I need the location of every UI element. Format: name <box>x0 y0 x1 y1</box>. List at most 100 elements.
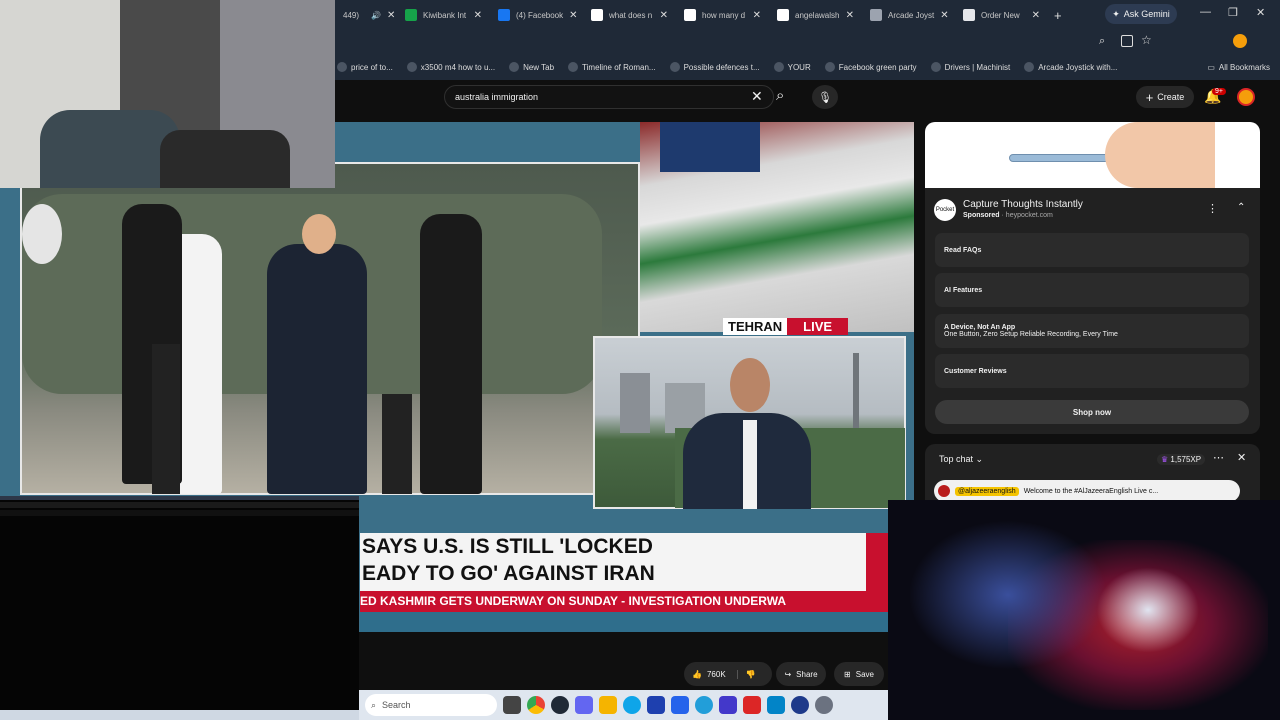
video-bottom-band <box>360 612 888 632</box>
app-icon[interactable] <box>719 696 737 714</box>
tab-partial[interactable]: 449) 🔊 ✕ <box>335 0 397 30</box>
zoom-icon[interactable]: ⌕ <box>1099 35 1105 48</box>
edge-icon[interactable] <box>623 696 641 714</box>
bookmark-item[interactable]: x3500 m4 how to u... <box>406 62 495 72</box>
tab-favicon-icon <box>498 9 510 21</box>
close-tab-icon[interactable]: ✕ <box>846 10 854 21</box>
bookmark-label: Possible defences t... <box>683 62 760 72</box>
ad-link-device[interactable]: A Device, Not An App One Button, Zero Se… <box>935 314 1249 348</box>
ad-image[interactable] <box>925 122 1260 188</box>
app-icon[interactable] <box>791 696 809 714</box>
settings-icon[interactable] <box>815 696 833 714</box>
bookmark-item[interactable]: YOUR <box>773 62 811 72</box>
app-icon[interactable] <box>575 696 593 714</box>
close-tab-icon[interactable]: ✕ <box>474 10 482 21</box>
store-icon[interactable] <box>647 696 665 714</box>
app-icon[interactable] <box>551 696 569 714</box>
new-tab-button[interactable]: + <box>1054 8 1062 23</box>
bookmarks-container: price of to... x3500 m4 how to u... New Ta… <box>337 62 1117 72</box>
chrome-icon[interactable] <box>527 696 545 714</box>
like-button[interactable]: 👍 760K 👎 <box>684 662 772 686</box>
task-view-icon[interactable] <box>503 696 521 714</box>
close-tab-icon[interactable]: ✕ <box>753 10 761 21</box>
close-window-button[interactable]: ✕ <box>1256 6 1265 19</box>
profile-avatar[interactable] <box>1233 34 1247 48</box>
president-figure <box>267 244 367 494</box>
tab-label: what does n <box>609 10 653 20</box>
bookmark-favicon-icon <box>568 62 579 72</box>
headline-caption: SAYS U.S. IS STILL 'LOCKED EADY TO GO' A… <box>360 533 866 591</box>
presidential-seal-icon <box>22 204 62 264</box>
taskbar-search[interactable]: ⌕ Search <box>365 694 497 716</box>
minimize-button[interactable]: — <box>1200 6 1211 18</box>
browser-tab[interactable]: Kiwibank Int ✕ <box>397 0 490 30</box>
ask-gemini-button[interactable]: ✦ Ask Gemini <box>1105 4 1177 24</box>
search-icon[interactable]: ⌕ <box>776 87 784 104</box>
chat-options-icon[interactable]: ⋯ <box>1213 451 1224 464</box>
pinned-chat-message[interactable]: @aljazeeraenglish Welcome to the #AlJaze… <box>934 480 1240 502</box>
collapse-chevron-icon[interactable]: ⌃ <box>1237 202 1245 213</box>
chat-mode-dropdown[interactable]: Top chat ⌄ <box>939 454 983 465</box>
save-button[interactable]: ⊞ Save <box>834 662 884 686</box>
taskbar-search-placeholder: Search <box>382 700 411 710</box>
bookmark-item[interactable]: Possible defences t... <box>669 62 760 72</box>
bookmark-item[interactable]: Drivers | Machinist <box>930 62 1010 72</box>
notification-count-badge: 9+ <box>1212 88 1226 95</box>
close-tab-icon[interactable]: ✕ <box>660 10 668 21</box>
search-input[interactable]: australia immigration <box>444 85 774 109</box>
browser-tab[interactable]: how many d ✕ <box>676 0 769 30</box>
more-options-icon[interactable]: ⋮ <box>1207 202 1218 215</box>
ad-link-title: Read FAQs <box>944 246 982 254</box>
close-chat-icon[interactable]: ✕ <box>1237 451 1246 464</box>
browser-tab[interactable]: (4) Facebook ✕ <box>490 0 583 30</box>
shop-now-button[interactable]: Shop now <box>935 400 1249 424</box>
share-button[interactable]: ↪ Share <box>776 662 826 686</box>
bookmark-star-icon[interactable]: ☆ <box>1141 33 1152 47</box>
microphone-icon[interactable]: 🎙 <box>812 85 838 109</box>
maximize-button[interactable]: ❐ <box>1228 6 1238 19</box>
close-tab-icon[interactable]: ✕ <box>569 10 577 21</box>
cast-icon[interactable] <box>1121 35 1133 47</box>
tab-label: Arcade Joyst <box>888 10 935 20</box>
bookmark-item[interactable]: Timeline of Roman... <box>568 62 656 72</box>
share-label: Share <box>796 669 818 679</box>
bookmark-favicon-icon <box>337 62 347 72</box>
clear-search-icon[interactable]: ✕ <box>751 88 763 105</box>
thumbs-down-icon[interactable]: 👎 <box>736 669 756 679</box>
save-label: Save <box>855 669 874 679</box>
bookmark-item[interactable]: New Tab <box>509 62 554 72</box>
browser-tab[interactable]: Order New ✕ <box>955 0 1048 30</box>
browser-tab[interactable]: angelawalsh ✕ <box>769 0 862 30</box>
telegram-icon[interactable] <box>695 696 713 714</box>
app-icon[interactable] <box>743 696 761 714</box>
browser-tab[interactable]: what does n ✕ <box>583 0 676 30</box>
bookmark-item[interactable]: Arcade Joystick with... <box>1024 62 1117 72</box>
bookmark-item[interactable]: price of to... <box>337 62 393 72</box>
ad-link-customer-reviews[interactable]: Customer Reviews <box>935 354 1249 388</box>
ad-link-read-faqs[interactable]: Read FAQs <box>935 233 1249 267</box>
bookmark-favicon-icon <box>406 62 417 72</box>
close-tab-icon[interactable]: ✕ <box>387 10 395 21</box>
ad-link-title: AI Features <box>944 286 983 294</box>
photos-icon[interactable] <box>767 696 785 714</box>
ad-title[interactable]: Capture Thoughts Instantly <box>963 199 1083 210</box>
browser-tab[interactable]: Arcade Joyst ✕ <box>862 0 955 30</box>
bookmark-label: Arcade Joystick with... <box>1038 62 1118 72</box>
file-explorer-icon[interactable] <box>599 696 617 714</box>
crown-icon: ♛ <box>1161 455 1169 464</box>
nested-screen-inset <box>0 496 359 720</box>
channel-avatar <box>938 485 950 497</box>
close-tab-icon[interactable]: ✕ <box>940 10 948 21</box>
account-avatar[interactable] <box>1237 88 1255 106</box>
xp-badge[interactable]: ♛ 1,575XP <box>1157 454 1206 465</box>
ad-link-subtitle: One Button, Zero Setup Reliable Recordin… <box>944 331 1118 338</box>
bookmark-favicon-icon <box>824 62 835 72</box>
caption-line-2: EADY TO GO' AGAINST IRAN <box>362 562 655 585</box>
create-button[interactable]: + Create <box>1136 86 1194 108</box>
outlook-icon[interactable] <box>671 696 689 714</box>
all-bookmarks[interactable]: ▭ All Bookmarks <box>1207 63 1270 72</box>
create-label: Create <box>1157 92 1185 102</box>
bookmark-item[interactable]: Facebook green party <box>824 62 917 72</box>
ad-link-ai-features[interactable]: AI Features <box>935 273 1249 307</box>
close-tab-icon[interactable]: ✕ <box>1032 10 1040 21</box>
